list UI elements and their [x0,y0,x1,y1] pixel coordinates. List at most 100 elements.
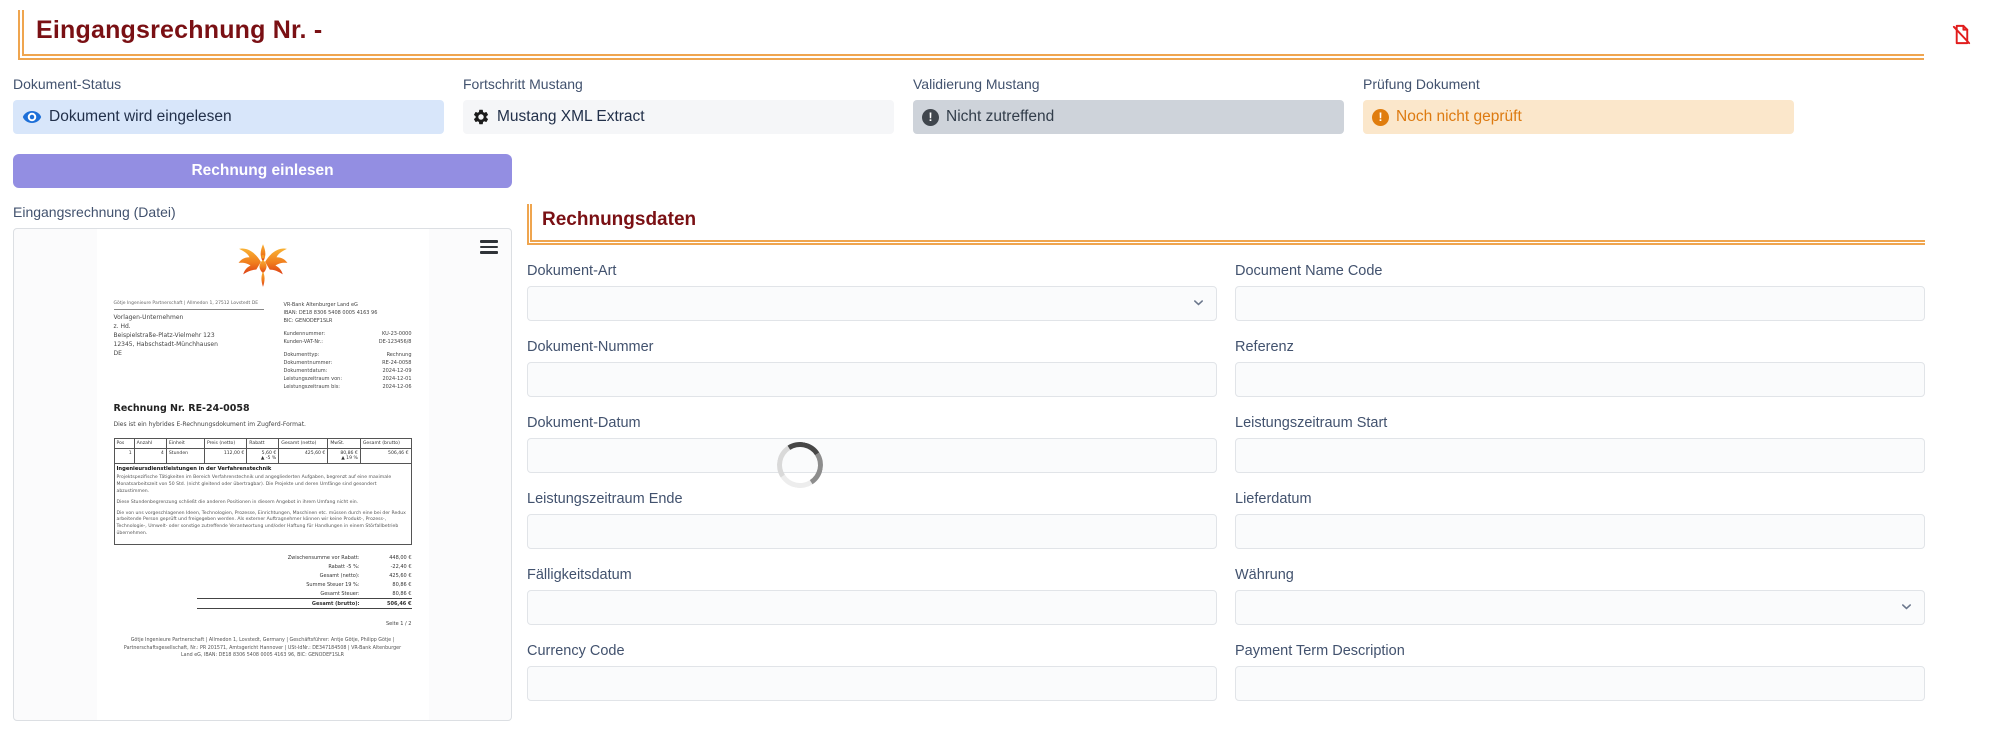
status-badge-fortschritt-mustang: Mustang XML Extract [463,100,894,134]
meta-value: KU-23-0000 [382,330,412,338]
status-value: Nicht zutreffend [946,108,1054,126]
bank-line: BIC: GENODEF1SLR [284,317,412,325]
invoice-recipient-block: Götje Ingenieure Partnerschaft | Allmedo… [114,301,264,391]
field-label: Referenz [1235,339,1925,355]
invoice-footer: Götje Ingenieure Partnerschaft | Allmedo… [114,637,412,660]
section-heading-box: Rechnungsdaten [527,204,1925,245]
table-row: 1 4 Stunden 112,00 € 5,60 € ▲ -5 % 425,6… [114,449,411,464]
bank-line: VR-Bank Altenburger Land eG [284,301,412,309]
field-leistungszeitraum-start: Leistungszeitraum Start [1235,415,1925,473]
total-label: Gesamt (netto): [320,573,360,579]
total-value: 506,46 € [370,601,412,607]
meta-label: Kunden-VAT-Nr.: [284,338,323,346]
status-badge-validierung-mustang: ! Nicht zutreffend [913,100,1344,134]
total-value: 425,60 € [370,573,412,579]
item-paragraph: Projektspezifische Tätigkeiten im Bereic… [117,475,409,496]
cell: 425,60 € [279,449,328,464]
meta-value: RE-24-0058 [382,359,411,367]
field-label: Document Name Code [1235,263,1925,279]
recipient-line: Beispielstraße-Platz-Vielmehr 123 [114,331,264,340]
field-referenz: Referenz [1235,339,1925,397]
status-badge-pruefung-dokument: ! Noch nicht geprüft [1363,100,1794,134]
status-pruefung-dokument: Prüfung Dokument ! Noch nicht geprüft [1363,76,1794,134]
pdf-menu-icon[interactable] [480,240,498,257]
cell: 506,46 € [360,449,411,464]
meta-label: Dokumentdatum: [284,367,328,375]
field-payment-term-description: Payment Term Description [1235,643,1925,701]
dokument-datum-input[interactable] [527,438,1217,473]
invoice-form: Dokument-Art Document Name Code Dokument… [527,263,1925,701]
gear-icon [472,108,490,126]
field-label: Währung [1235,567,1925,583]
invoice-address-blocks: Götje Ingenieure Partnerschaft | Allmedo… [114,301,412,391]
status-label: Prüfung Dokument [1363,76,1794,92]
meta-label: Leistungszeitraum bis: [284,383,341,391]
field-label: Leistungszeitraum Ende [527,491,1217,507]
dokument-art-select[interactable] [527,286,1217,321]
field-waehrung: Währung [1235,567,1925,625]
invoice-line-items-table: Pos Anzahl Einheit Preis (netto) Rabatt … [114,438,412,545]
table-row-description: Ingenieursdienstleistungen in der Verfah… [114,464,411,545]
field-label: Payment Term Description [1235,643,1925,659]
pdf-viewer[interactable]: Götje Ingenieure Partnerschaft | Allmedo… [13,228,512,721]
leistungszeitraum-ende-input[interactable] [527,514,1217,549]
status-row: Dokument-Status Dokument wird eingelesen… [13,76,1980,134]
read-invoice-button[interactable]: Rechnung einlesen [13,154,512,188]
total-value: 448,00 € [370,555,412,561]
meta-value: 2024-12-01 [382,375,411,383]
field-label: Currency Code [527,643,1217,659]
payment-term-description-input[interactable] [1235,666,1925,701]
invoice-meta-block: VR-Bank Altenburger Land eG IBAN: DE18 8… [284,301,412,391]
status-value: Mustang XML Extract [497,108,645,126]
col-header: Preis (netto) [204,439,246,449]
field-label: Leistungszeitraum Start [1235,415,1925,431]
status-label: Validierung Mustang [913,76,1344,92]
exclamation-icon: ! [922,109,939,126]
pdf-page: Götje Ingenieure Partnerschaft | Allmedo… [97,229,429,720]
field-document-name-code: Document Name Code [1235,263,1925,321]
faelligkeitsdatum-input[interactable] [527,590,1217,625]
meta-value: Rechnung [387,351,412,359]
meta-label: Kundennummer: [284,330,326,338]
status-value: Dokument wird eingelesen [49,108,232,126]
dokument-nummer-input[interactable] [527,362,1217,397]
invoice-file-column: Eingangsrechnung (Datei) [13,204,512,721]
lieferdatum-input[interactable] [1235,514,1925,549]
document-disabled-icon[interactable] [1950,23,1973,51]
total-label: Rabatt -5 %: [328,564,359,570]
field-currency-code: Currency Code [527,643,1217,701]
total-label: Gesamt Steuer: [320,591,359,597]
total-label: Gesamt (brutto): [312,601,360,607]
invoice-totals: Zwischensumme vor Rabatt: 448,00 € Rabatt… [197,553,412,609]
cell: 1 [114,449,134,464]
recipient-line: 12345, Habschstadt-Münchhausen [114,340,264,349]
field-label: Dokument-Nummer [527,339,1217,355]
total-value: 80,86 € [370,591,412,597]
status-fortschritt-mustang: Fortschritt Mustang Mustang XML Extract [463,76,894,134]
currency-code-input[interactable] [527,666,1217,701]
waehrung-select[interactable] [1235,590,1925,625]
document-name-code-input[interactable] [1235,286,1925,321]
invoice-sender-line: Götje Ingenieure Partnerschaft | Allmedo… [114,301,264,310]
total-label: Summe Steuer 19 %: [306,582,359,588]
field-label: Dokument-Datum [527,415,1217,431]
cell: 112,00 € [204,449,246,464]
page-header: Eingangsrechnung Nr. - [0,0,1993,60]
field-label: Dokument-Art [527,263,1217,279]
invoice-heading: Rechnung Nr. RE-24-0058 [114,403,412,414]
total-value: 80,86 € [370,582,412,588]
col-header: Einheit [166,439,204,449]
field-label: Fälligkeitsdatum [527,567,1217,583]
total-label: Zwischensumme vor Rabatt: [288,555,360,561]
meta-label: Leistungszeitraum von: [284,375,343,383]
field-dokument-datum: Dokument-Datum [527,415,1217,473]
col-header: Anzahl [134,439,166,449]
item-paragraph: Die von uns vorgeschlagenen Ideen, Techn… [117,511,409,539]
col-header: Pos [114,439,134,449]
bank-line: IBAN: DE18 8306 5408 0005 4163 96 [284,309,412,317]
leistungszeitraum-start-input[interactable] [1235,438,1925,473]
status-label: Fortschritt Mustang [463,76,894,92]
referenz-input[interactable] [1235,362,1925,397]
invoice-page-number: Seite 1 / 2 [114,621,412,627]
field-faelligkeitsdatum: Fälligkeitsdatum [527,567,1217,625]
